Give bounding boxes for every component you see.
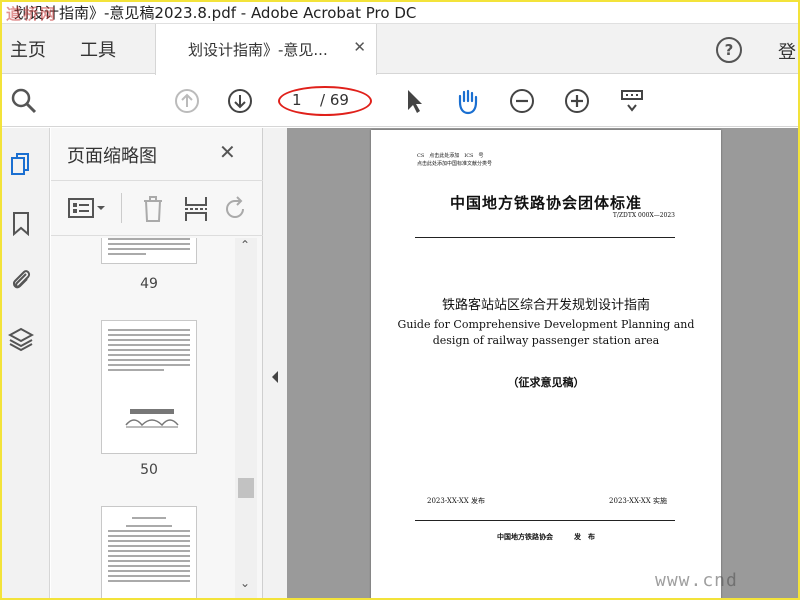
document-view[interactable]: CS 点击此处添加 ICS 号 点击此处添加中国标准文献分类号 中国地方铁路协会…: [287, 128, 800, 600]
site-logo-watermark: 道桥网: [6, 5, 58, 23]
standard-number: T/ZDTX 000X—2023: [612, 212, 675, 219]
collapse-panel-handle[interactable]: [263, 128, 287, 600]
thumbnail-diagram: [125, 409, 179, 428]
divider-top: [415, 237, 675, 238]
scroll-down-icon[interactable]: ⌄: [240, 576, 250, 590]
document-title-en-line2: design of railway passenger station area: [432, 334, 660, 347]
highlight-circle: [278, 86, 372, 116]
window-title: 划设计指南》-意见稿2023.8.pdf - Adobe Acrobat Pro…: [14, 4, 417, 22]
bookmark-icon[interactable]: [8, 210, 34, 236]
thumbnail-options-icon[interactable]: [67, 195, 107, 221]
page-thumbnails-icon[interactable]: [8, 152, 34, 178]
thumbnail-page-number: 49: [140, 276, 158, 292]
page-thumbnails-panel: 页面缩略图 ✕ 49 50 ⌃ ⌄: [51, 128, 263, 600]
attachment-icon[interactable]: [8, 266, 34, 292]
panel-toolbar: [51, 180, 263, 236]
tab-close-icon[interactable]: ✕: [353, 38, 366, 56]
page-number-box[interactable]: 1 / 69: [278, 86, 372, 116]
thumbnail-page-51[interactable]: [101, 506, 197, 600]
draft-label: （征求意见稿）: [507, 376, 585, 389]
pdf-page: CS 点击此处添加 ICS 号 点击此处添加中国标准文献分类号 中国地方铁路协会…: [371, 130, 721, 600]
thumbnail-list: 49 50: [51, 238, 235, 600]
tab-document[interactable]: 划设计指南》-意见... ✕: [155, 24, 377, 75]
layers-icon[interactable]: [8, 326, 34, 352]
thumbnail-scrollbar[interactable]: ⌃ ⌄: [235, 238, 257, 600]
insert-page-icon[interactable]: [183, 195, 209, 223]
tab-document-label: 划设计指南》-意见...: [188, 41, 328, 59]
left-navigation-rail: [0, 128, 50, 600]
menu-tools[interactable]: 工具: [80, 36, 116, 62]
ics-line: 点击此处添加中国标准文献分类号: [417, 161, 493, 167]
cs-line: CS 点击此处添加 ICS 号: [417, 153, 484, 159]
select-cursor-icon[interactable]: [400, 87, 428, 115]
previous-page-icon[interactable]: [173, 87, 201, 115]
thumbnail-page-50[interactable]: [101, 320, 197, 454]
panel-title: 页面缩略图: [67, 146, 157, 167]
help-icon[interactable]: ?: [716, 37, 742, 63]
implementation-date: 2023-XX-XX 实施: [609, 497, 667, 505]
search-icon[interactable]: [10, 87, 38, 115]
next-page-icon[interactable]: [226, 87, 254, 115]
publisher: 中国地方铁路协会 发 布: [497, 532, 595, 541]
title-bar: 划设计指南》-意见稿2023.8.pdf - Adobe Acrobat Pro…: [0, 0, 800, 24]
page-display-icon[interactable]: [618, 87, 646, 115]
scroll-up-icon[interactable]: ⌃: [240, 238, 250, 252]
delete-icon[interactable]: [141, 195, 165, 223]
toolbar: 1 / 69: [0, 75, 800, 127]
standard-org-title: 中国地方铁路协会团体标准: [449, 194, 642, 212]
panel-close-icon[interactable]: ✕: [219, 140, 236, 164]
site-watermark: www.cnd: [655, 570, 738, 591]
sign-in-button[interactable]: 登: [778, 38, 796, 64]
document-title-en-line1: Guide for Comprehensive Development Plan…: [397, 318, 695, 331]
toolbar-divider: [121, 193, 122, 223]
rotate-icon[interactable]: [223, 195, 249, 223]
thumbnail-page-49[interactable]: [101, 238, 197, 264]
thumbnail-page-number: 50: [140, 462, 158, 478]
scrollbar-thumb[interactable]: [238, 478, 254, 498]
issue-date: 2023-XX-XX 发布: [427, 497, 485, 505]
hand-tool-icon[interactable]: [453, 87, 481, 115]
menu-home[interactable]: 主页: [10, 36, 46, 62]
document-title-cn: 铁路客站站区综合开发规划设计指南: [441, 298, 650, 313]
zoom-in-icon[interactable]: [563, 87, 591, 115]
menu-bar: 主页 工具 ? 登: [0, 24, 800, 74]
divider-bottom: [415, 520, 675, 521]
zoom-out-icon[interactable]: [508, 87, 536, 115]
collapse-arrow-icon[interactable]: [270, 370, 280, 384]
